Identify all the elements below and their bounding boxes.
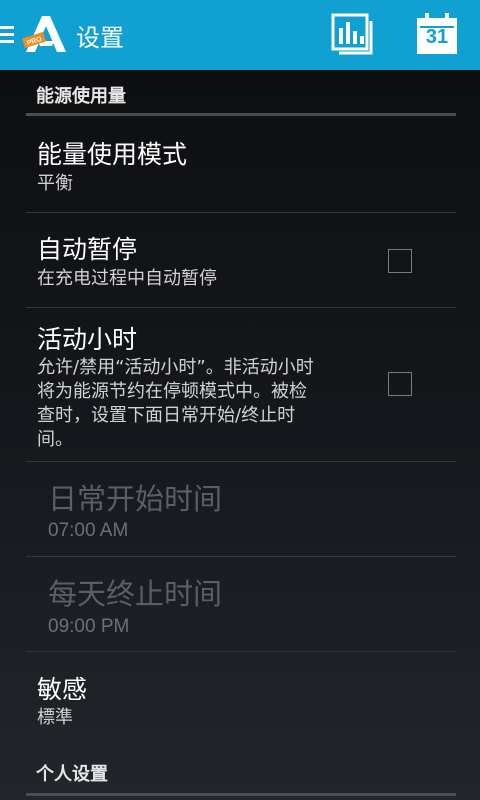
pref-title: 日常开始时间 bbox=[48, 482, 223, 516]
app-logo[interactable]: PRO bbox=[22, 14, 68, 54]
pref-title: 自动暂停 bbox=[37, 235, 138, 264]
pref-daily-start-time: 日常开始时间 07:00 AM bbox=[26, 462, 456, 557]
pref-summary-line-4: 间。 bbox=[37, 429, 73, 450]
pref-summary: 標準 bbox=[37, 707, 73, 728]
pref-title: 每天终止时间 bbox=[48, 577, 223, 611]
pref-energy-mode[interactable]: 能量使用模式 平衡 bbox=[26, 117, 456, 213]
pref-title: 活动小时 bbox=[37, 325, 138, 354]
pref-summary: 在充电过程中自动暂停 bbox=[37, 268, 217, 289]
pref-summary-line-3: 查时，设置下面日常开始/终止时 bbox=[37, 405, 296, 426]
pref-sensitivity[interactable]: 敏感 標準 bbox=[26, 652, 456, 748]
pref-summary-line-2: 将为能源节约在停顿模式中。被检 bbox=[37, 381, 307, 402]
pref-auto-pause[interactable]: 自动暂停 在充电过程中自动暂停 bbox=[26, 213, 456, 308]
pref-active-hours[interactable]: 活动小时 允许/禁用“活动小时”。非活动小时 将为能源节约在停顿模式中。被检 查… bbox=[26, 308, 456, 462]
auto-pause-checkbox[interactable] bbox=[388, 249, 412, 273]
action-bar-title: 设置 bbox=[76, 24, 124, 52]
calendar-day: 31 bbox=[425, 26, 449, 48]
calendar-icon[interactable]: 31 bbox=[414, 12, 460, 56]
pref-title: 敏感 bbox=[37, 675, 88, 704]
action-bar: PRO 设置 31 bbox=[0, 0, 480, 70]
pref-title: 能量使用模式 bbox=[37, 140, 188, 169]
bar-chart-icon[interactable] bbox=[330, 12, 376, 56]
section-header-personal: 个人设置 bbox=[26, 760, 456, 796]
section-header-energy: 能源使用量 bbox=[26, 82, 456, 116]
pref-summary-line-1: 允许/禁用“活动小时”。非活动小时 bbox=[37, 357, 314, 378]
pref-summary: 09:00 PM bbox=[48, 616, 130, 637]
pref-daily-end-time: 每天终止时间 09:00 PM bbox=[26, 557, 456, 652]
pref-summary: 07:00 AM bbox=[48, 520, 129, 541]
active-hours-checkbox[interactable] bbox=[388, 372, 412, 396]
menu-icon[interactable] bbox=[0, 26, 14, 44]
pref-summary: 平衡 bbox=[37, 173, 73, 194]
